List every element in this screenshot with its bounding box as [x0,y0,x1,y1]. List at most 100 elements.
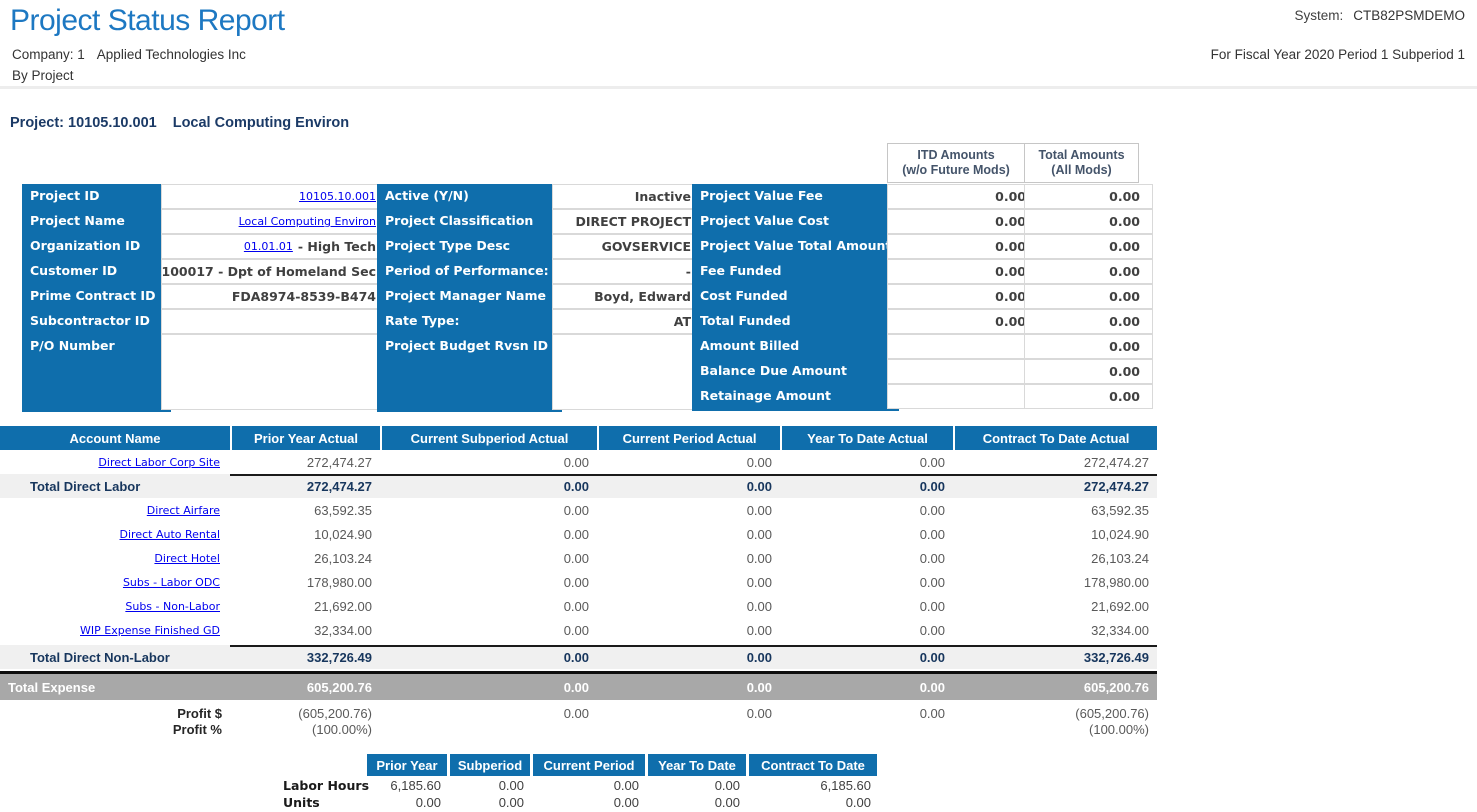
info-value-period-of-performance: - [552,259,698,284]
direct-labor-corp-site-link[interactable]: Direct Labor Corp Site [98,456,220,469]
account-row-direct-hotel: Direct Hotel26,103.240.000.000.0026,103.… [0,546,1157,570]
amount-subs-labor-odc-col4: 0.00 [780,570,953,594]
profit-value-line2: (100.00%) [230,722,372,738]
info-value-project-manager-name: Boyd, Edward [552,284,698,309]
total-amount-project-value-fee: 0.00 [1024,184,1153,209]
account-name-cell: Direct Labor Corp Site [0,450,230,474]
info-label-balance-due-amount: Balance Due Amount [692,359,899,386]
amount-total-direct-labor-col4: 0.00 [780,474,953,498]
amount-total-direct-non-labor-col2: 0.00 [380,645,597,669]
amount-total-direct-labor-col2: 0.00 [380,474,597,498]
profit-value-line1: (605,200.76) [953,706,1149,722]
hours-header-current-period: Current Period [530,754,645,776]
profit-label-profit: Profit % [0,722,222,738]
total-amounts-column-header: Total Amounts (All Mods) [1024,143,1139,183]
system-line: System:CTB82PSMDEMO [1294,8,1465,23]
hours-row-labor-hours: Labor Hours6,185.600.000.000.006,185.60 [283,777,877,794]
amount-total-expense-col5: 605,200.76 [953,674,1157,700]
profit-values-col1: (605,200.76)(100.00%) [230,706,380,738]
account-name-cell: WIP Expense Finished GD [0,618,230,642]
itd-amounts-column-header: ITD Amounts (w/o Future Mods) [887,143,1025,183]
profit-value-line2 [380,722,589,738]
info-value-customer-id: 100017 - Dpt of Homeland Sec [161,259,383,284]
amount-subs-non-labor-col1: 21,692.00 [230,594,380,618]
amount-total-expense-col1: 605,200.76 [230,674,380,700]
profit-values-col4: 0.00 [780,706,953,738]
info-label-project-classification: Project Classification [377,209,562,236]
amount-subs-labor-odc-col3: 0.00 [597,570,780,594]
accounts-header-current-period-actual: Current Period Actual [597,426,780,450]
info-label-period-of-performance: Period of Performance: [377,259,562,286]
amount-subs-labor-odc-col5: 178,980.00 [953,570,1157,594]
project-name-label: Local Computing Environ [173,115,349,131]
amount-direct-auto-rental-col3: 0.00 [597,522,780,546]
itd-amount-project-value-total-amount: 0.00 [887,234,1039,259]
total-amounts-line2: (All Mods) [1025,163,1138,178]
hours-value-units-col3: 0.00 [530,794,645,811]
info-label-project-value-fee: Project Value Fee [692,184,899,211]
total-amount-project-value-cost: 0.00 [1024,209,1153,234]
local-computing-environ-link[interactable]: Local Computing Environ [239,215,376,228]
account-name-cell: Subs - Labor ODC [0,570,230,594]
by-project-label: By Project [12,68,74,83]
page-title: Project Status Report [10,4,285,38]
amount-direct-hotel-col1: 26,103.24 [230,546,380,570]
amount-total-direct-labor-col5: 272,474.27 [953,474,1157,498]
accounts-table: Account NamePrior Year ActualCurrent Sub… [0,426,1157,738]
wip-expense-finished-gd-link[interactable]: WIP Expense Finished GD [80,624,220,637]
account-row-direct-labor-corp-site: Direct Labor Corp Site272,474.270.000.00… [0,450,1157,474]
accounts-header-contract-to-date-actual: Contract To Date Actual [953,426,1157,450]
itd-amount-project-value-cost: 0.00 [887,209,1039,234]
itd-amount-fee-funded: 0.00 [887,259,1039,284]
hours-header-prior-year: Prior Year [367,754,447,776]
account-row-wip-expense-finished-gd: WIP Expense Finished GD32,334.000.000.00… [0,618,1157,642]
hours-row-label-labor-hours: Labor Hours [283,777,367,794]
itd-amount-balance-due-amount [887,359,1039,384]
01-01-01-link[interactable]: 01.01.01 [244,240,293,253]
amount-direct-hotel-col3: 0.00 [597,546,780,570]
subs-non-labor-link[interactable]: Subs - Non-Labor [125,600,220,613]
info-label-project-budget-rvsn-id: Project Budget Rvsn ID [377,334,562,412]
10105-10-001-link[interactable]: 10105.10.001 [299,190,376,203]
profit-value-line2 [597,722,772,738]
total-amounts-line1: Total Amounts [1025,148,1138,163]
amount-subs-labor-odc-col2: 0.00 [380,570,597,594]
amount-direct-auto-rental-col5: 10,024.90 [953,522,1157,546]
accounts-header-year-to-date-actual: Year To Date Actual [780,426,953,450]
company-label: Company: 1 [12,47,85,62]
itd-amounts-line2: (w/o Future Mods) [888,163,1024,178]
amount-direct-airfare-col2: 0.00 [380,498,597,522]
amount-direct-auto-rental-col1: 10,024.90 [230,522,380,546]
amount-total-expense-col3: 0.00 [597,674,780,700]
hours-row-units: Units0.000.000.000.000.00 [283,794,877,811]
direct-hotel-link[interactable]: Direct Hotel [154,552,220,565]
total-amount-fee-funded: 0.00 [1024,259,1153,284]
amount-total-direct-non-labor-col4: 0.00 [780,645,953,669]
amount-total-expense-col4: 0.00 [780,674,953,700]
direct-auto-rental-link[interactable]: Direct Auto Rental [120,528,220,541]
profit-row: Profit $Profit %(605,200.76)(100.00%)0.0… [0,706,1157,738]
project-heading: Project: 10105.10.001Local Computing Env… [10,115,349,131]
hours-value-units-col1: 0.00 [367,794,447,811]
itd-amount-retainage-amount [887,384,1039,409]
amount-direct-auto-rental-col2: 0.00 [380,522,597,546]
profit-values-col3: 0.00 [597,706,780,738]
hours-header-contract-to-date: Contract To Date [746,754,877,776]
itd-amount-project-value-fee: 0.00 [887,184,1039,209]
hours-value-labor-hours-col4: 0.00 [645,777,746,794]
amount-total-direct-labor-col3: 0.00 [597,474,780,498]
info-value-prime-contract-id: FDA8974-8539-B474 [161,284,383,309]
info-label-retainage-amount: Retainage Amount [692,384,899,411]
subtotal-rule [230,645,1157,647]
info-value-rate-type: AT [552,309,698,334]
info-label-project-manager-name: Project Manager Name [377,284,562,311]
direct-airfare-link[interactable]: Direct Airfare [147,504,220,517]
amount-direct-labor-corp-site-col2: 0.00 [380,450,597,474]
amount-direct-hotel-col4: 0.00 [780,546,953,570]
subs-labor-odc-link[interactable]: Subs - Labor ODC [123,576,220,589]
amount-total-expense-col2: 0.00 [380,674,597,700]
hours-value-labor-hours-col3: 0.00 [530,777,645,794]
hours-value-labor-hours-col5: 6,185.60 [746,777,877,794]
info-label-project-name: Project Name [22,209,171,236]
amount-direct-hotel-col2: 0.00 [380,546,597,570]
